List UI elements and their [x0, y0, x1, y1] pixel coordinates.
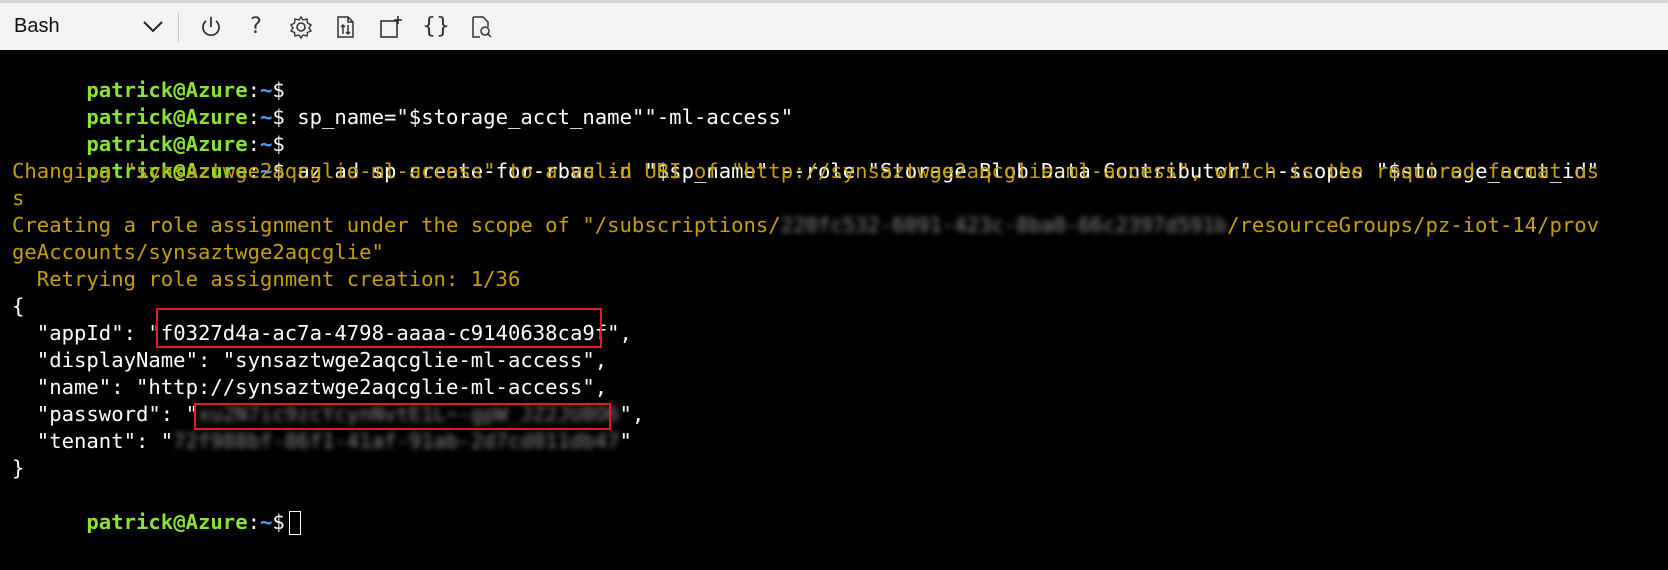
- json-line: "name": "http://synsaztwge2aqcglie-ml-ac…: [12, 375, 608, 399]
- scope-suffix: /resourceGroups/pz-iot-14/prov: [1227, 213, 1600, 237]
- terminal-line: patrick@Azure:~$: [12, 104, 284, 156]
- prompt-colon: :: [247, 510, 260, 534]
- terminal-line: patrick@Azure:~$: [12, 482, 301, 535]
- settings-button[interactable]: [279, 7, 323, 47]
- terminal-line: patrick@Azure:~$ az ad sp create-for-rba…: [12, 131, 1599, 183]
- warning-line: s: [12, 186, 25, 210]
- redacted-password: xu2N7ic9zcYcynNvtE1L~-gpW_JZ2JU8O6: [197, 402, 620, 426]
- appid-end: ",: [607, 321, 632, 345]
- terminal-line: patrick@Azure:~$: [12, 50, 284, 102]
- web-preview-icon: [472, 15, 492, 38]
- web-preview-button[interactable]: [459, 7, 503, 47]
- help-icon: ?: [250, 14, 262, 39]
- password-end: ",: [619, 402, 645, 426]
- command-text: sp_name="$storage_acct_name""-ml-access": [284, 105, 794, 129]
- new-session-icon: [380, 15, 402, 38]
- terminal-cursor: [288, 511, 301, 535]
- appid-value: f0327d4a-ac7a-4798-aaaa-c9140638ca9f: [160, 321, 608, 345]
- new-session-button[interactable]: [369, 7, 413, 47]
- warning-line: Creating a role assignment under the sco…: [12, 212, 1599, 239]
- prompt-user: patrick@Azure: [86, 510, 248, 534]
- warning-line: Retrying role assignment creation: 1/36: [12, 267, 521, 291]
- prompt-path: ~: [260, 510, 273, 534]
- cloud-shell-toolbar: Bash ? {}: [0, 0, 1668, 50]
- terminal-line: patrick@Azure:~$ sp_name="$storage_acct_…: [12, 77, 793, 129]
- power-icon: [202, 16, 220, 36]
- json-line: }: [12, 456, 25, 480]
- upload-download-icon: [337, 15, 354, 38]
- warning-line: Changing "synsaztwge2aqcglie-ml-access" …: [12, 159, 1600, 183]
- scope-prefix: Creating a role assignment under the sco…: [12, 213, 781, 237]
- redacted-tenant-id: 72f988bf-86f1-41af-91ab-2d7cd011db47: [173, 429, 620, 453]
- cloud-shell-window: Bash ? {} patrick@Azure:~$ patrick@Azure…: [0, 0, 1668, 570]
- restart-button[interactable]: [189, 7, 233, 47]
- help-button[interactable]: ?: [234, 7, 278, 47]
- braces-icon: {}: [422, 14, 450, 39]
- redacted-subscription-id: 220fc532-6091-423c-8ba0-66c2397d591b: [780, 213, 1228, 237]
- json-line: "appId": "f0327d4a-ac7a-4798-aaaa-c91406…: [12, 320, 632, 347]
- prompt-dollar: $: [272, 510, 285, 534]
- password-key: "password": ": [12, 402, 198, 426]
- json-line: "displayName": "synsaztwge2aqcglie-ml-ac…: [12, 348, 608, 372]
- toolbar-divider: [178, 11, 179, 42]
- json-line: {: [12, 294, 25, 318]
- tenant-end: ": [619, 429, 632, 453]
- terminal-output[interactable]: patrick@Azure:~$ patrick@Azure:~$ sp_nam…: [0, 50, 1668, 570]
- json-line: "tenant": "72f988bf-86f1-41af-91ab-2d7cd…: [12, 428, 632, 455]
- gear-icon: [289, 15, 313, 39]
- warning-line: geAccounts/synsaztwge2aqcglie": [12, 240, 384, 264]
- chevron-down-icon: [143, 20, 163, 32]
- shell-type-dropdown[interactable]: Bash: [14, 5, 164, 49]
- json-line: "password": "xu2N7ic9zcYcynNvtE1L~-gpW_J…: [12, 401, 645, 428]
- open-editor-button[interactable]: {}: [414, 7, 458, 47]
- upload-download-button[interactable]: [324, 7, 368, 47]
- appid-key: "appId": ": [12, 321, 161, 345]
- tenant-key: "tenant": ": [12, 429, 174, 453]
- shell-type-label: Bash: [14, 15, 60, 37]
